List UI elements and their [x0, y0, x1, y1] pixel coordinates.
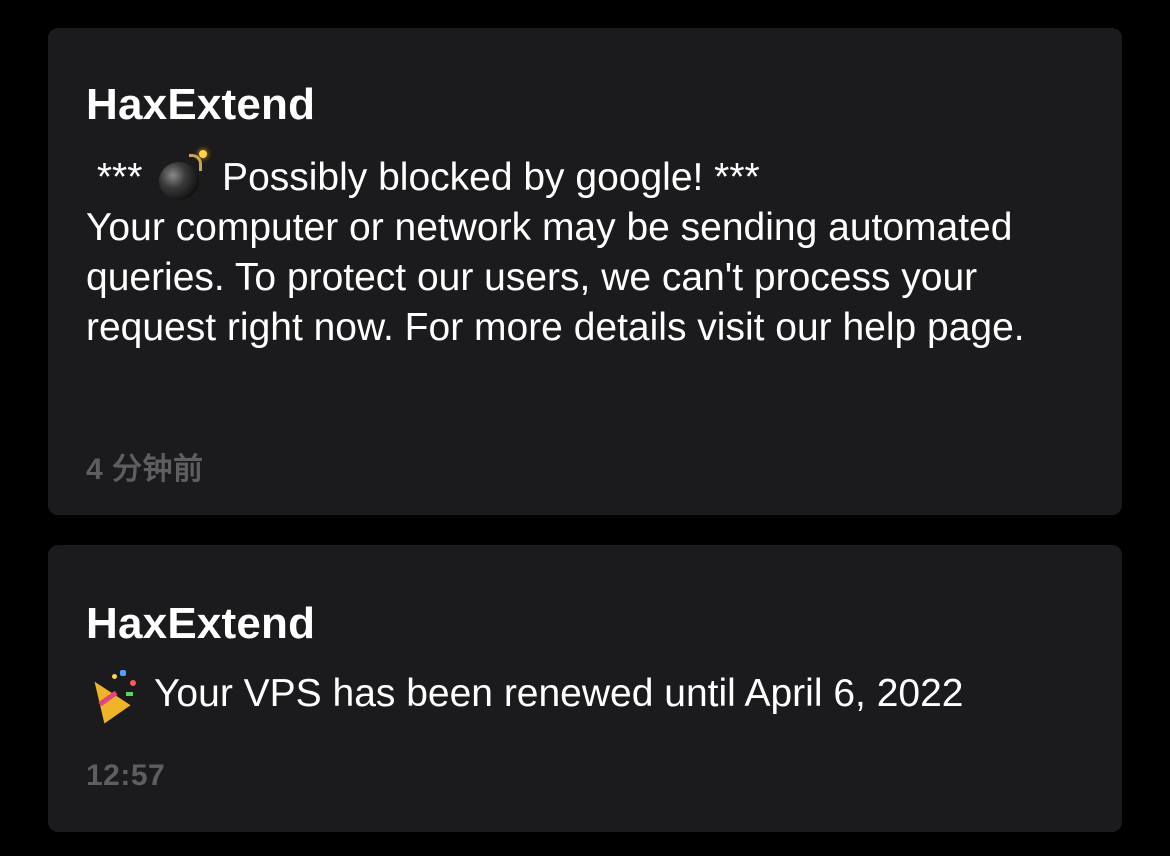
notification-timestamp: 4 分钟前 [86, 453, 204, 486]
party-popper-icon [81, 668, 140, 724]
notification-body: *** Possibly blocked by google! *** Your… [86, 150, 1112, 353]
notification-sender: HaxExtend [86, 80, 316, 129]
notification-message: Your VPS has been renewed until April 6,… [154, 672, 964, 715]
bomb-icon [159, 150, 208, 200]
notification-card[interactable]: HaxExtend *** Possibly blocked by google… [48, 28, 1122, 515]
notification-line-suffix: Possibly blocked by google! *** [211, 156, 760, 199]
notification-message: Your computer or network may be sending … [86, 206, 1025, 349]
notification-body: Your VPS has been renewed until April 6,… [81, 668, 1112, 724]
notification-timestamp: 12:57 [86, 759, 166, 792]
notification-card[interactable]: HaxExtend Your VPS has been renewed unti… [48, 545, 1122, 832]
notification-line-prefix: *** [86, 156, 154, 199]
notification-sender: HaxExtend [86, 599, 316, 648]
